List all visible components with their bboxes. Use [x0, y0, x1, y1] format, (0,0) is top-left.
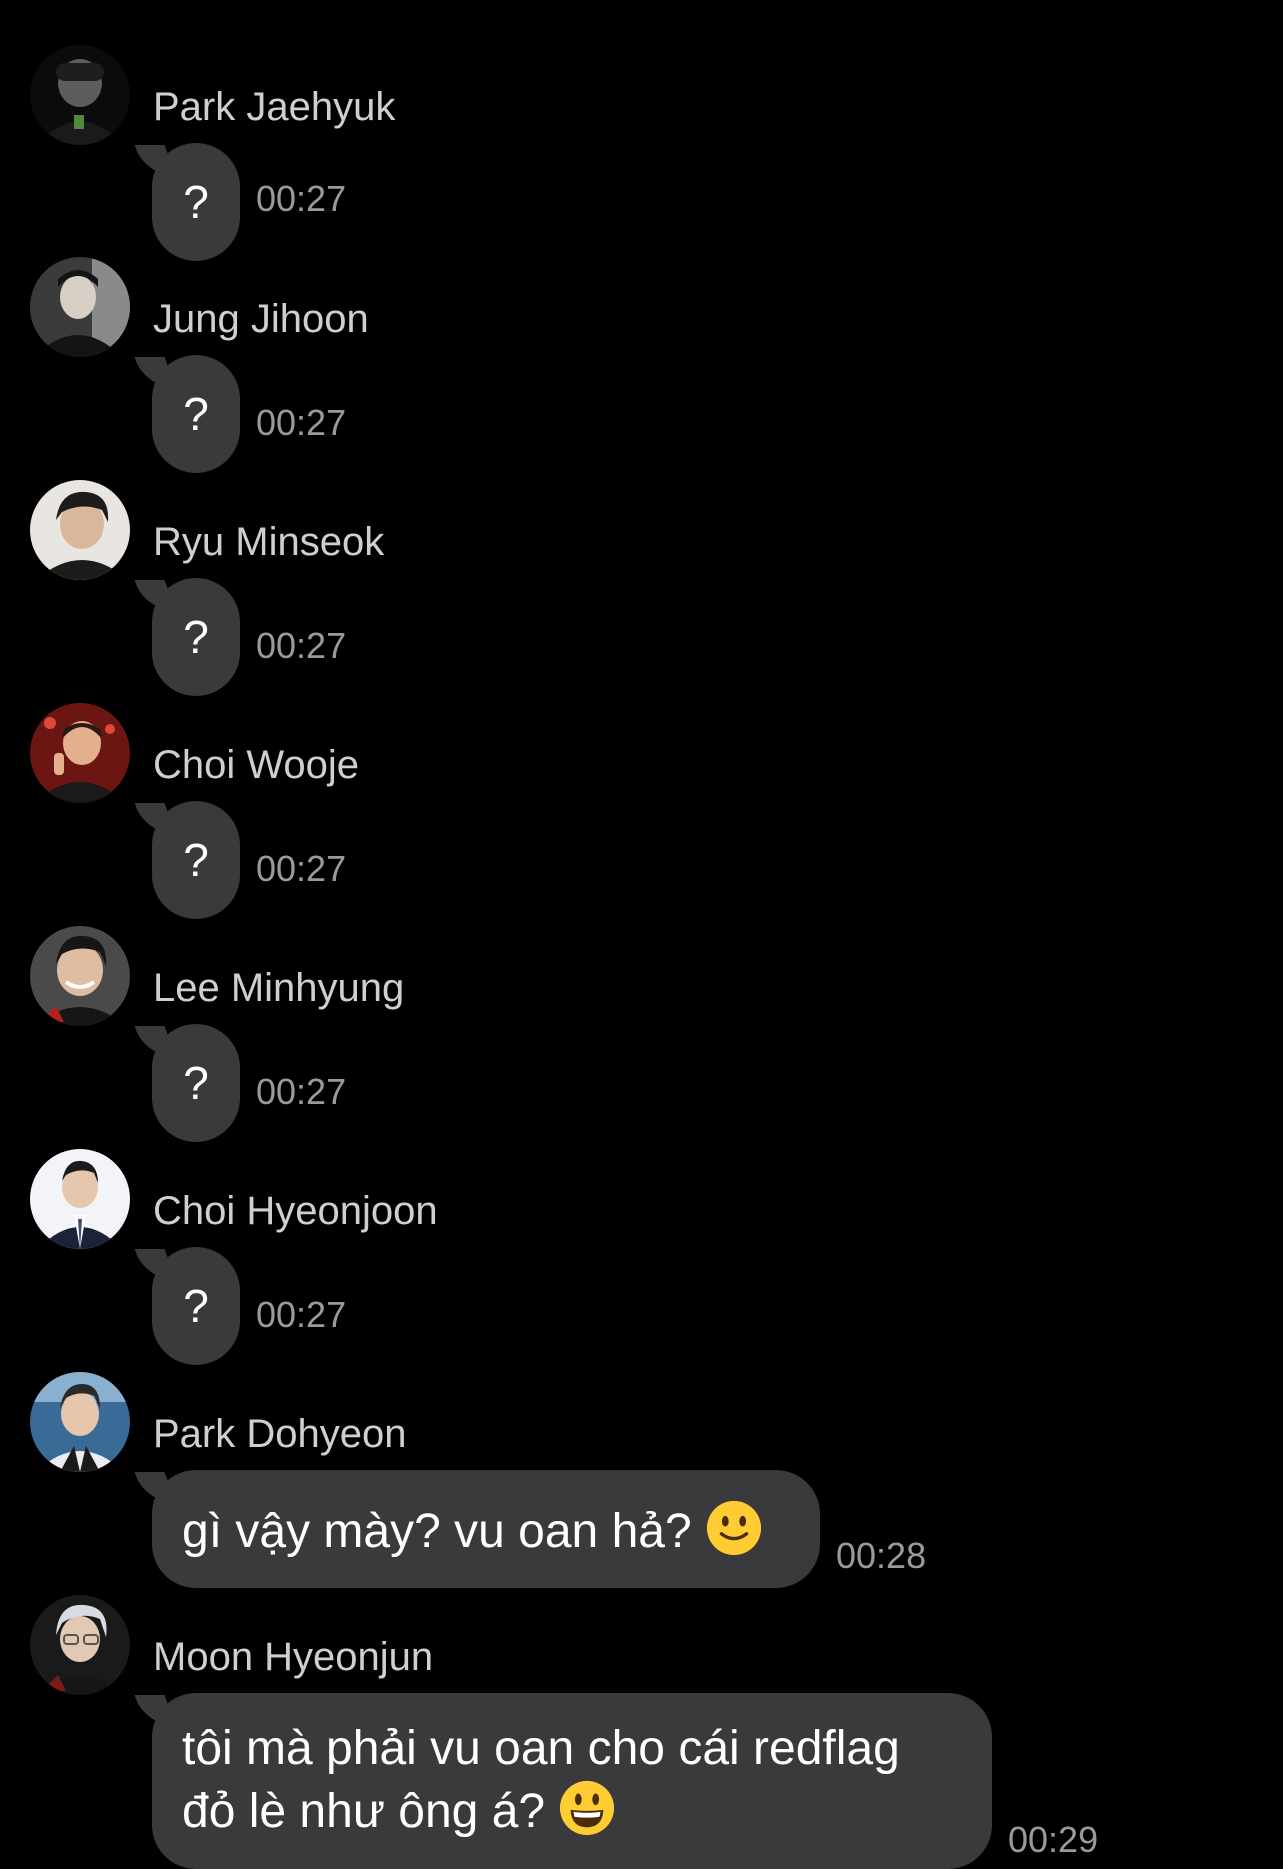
avatar[interactable] [30, 703, 130, 803]
message-item: Park Jaehyuk ? 00:27 [0, 45, 1283, 268]
sender-name: Moon Hyeonjun [153, 1635, 434, 1679]
message-bubble[interactable]: ? [152, 1024, 240, 1142]
message-timestamp: 00:27 [256, 848, 347, 889]
sender-name: Ryu Minseok [153, 520, 385, 564]
message-item: Lee Minhyung ? 00:27 [0, 926, 1283, 1149]
message-bubble[interactable]: ? [152, 578, 240, 696]
message-timestamp: 00:27 [256, 402, 347, 443]
avatar-photo-icon [30, 480, 130, 580]
avatar[interactable] [30, 480, 130, 580]
avatar-photo-icon [30, 1372, 130, 1472]
message-bubble[interactable]: tôi mà phải vu oan cho cái redflag đỏ lè… [152, 1693, 992, 1869]
message-text: gì vậy mày? vu oan hả? [182, 1505, 692, 1558]
message-text: ? [183, 611, 209, 663]
message-text: ? [183, 176, 209, 228]
sender-name: Choi Hyeonjoon [153, 1189, 438, 1233]
avatar-photo-icon [30, 45, 130, 145]
avatar[interactable] [30, 1149, 130, 1249]
sender-name: Choi Wooje [153, 743, 360, 787]
message-bubble[interactable]: ? [152, 355, 240, 473]
avatar[interactable] [30, 1372, 130, 1472]
message-timestamp: 00:28 [836, 1535, 927, 1576]
sender-name: Park Dohyeon [153, 1412, 407, 1456]
message-text: ? [183, 834, 209, 886]
message-bubble[interactable]: ? [152, 143, 240, 261]
avatar[interactable] [30, 45, 130, 145]
message-text: ? [183, 1280, 209, 1332]
grinning-face-emoji [560, 1780, 615, 1836]
message-timestamp: 00:27 [256, 178, 347, 219]
avatar[interactable] [30, 926, 130, 1026]
message-timestamp: 00:27 [256, 1071, 347, 1112]
message-item: Park Dohyeon gì vậy mày? vu oan hả? 00:2… [0, 1372, 1283, 1595]
message-item: Ryu Minseok ? 00:27 [0, 480, 1283, 703]
slightly-smiling-face-emoji [706, 1500, 762, 1556]
message-timestamp: 00:27 [256, 625, 347, 666]
message-text: ? [183, 1057, 209, 1109]
avatar[interactable] [30, 257, 130, 357]
message-bubble[interactable]: ? [152, 801, 240, 919]
message-text: ? [183, 388, 209, 440]
message-bubble[interactable]: gì vậy mày? vu oan hả? [152, 1470, 820, 1588]
avatar-photo-icon [30, 1595, 130, 1695]
avatar-photo-icon [30, 257, 130, 357]
sender-name: Park Jaehyuk [153, 85, 396, 129]
avatar-photo-icon [30, 703, 130, 803]
message-timestamp: 00:29 [1008, 1819, 1099, 1860]
message-item: Choi Wooje ? 00:27 [0, 703, 1283, 926]
avatar[interactable] [30, 1595, 130, 1695]
message-timestamp: 00:27 [256, 1294, 347, 1335]
chat-thread: Park Jaehyuk ? 00:27 Jung Jihoon ? 00:27 [0, 0, 1283, 1869]
sender-name: Lee Minhyung [153, 966, 405, 1010]
message-item: Moon Hyeonjun tôi mà phải vu oan cho cái… [0, 1595, 1283, 1869]
message-bubble[interactable]: ? [152, 1247, 240, 1365]
message-text: tôi mà phải vu oan cho cái redflag đỏ lè… [182, 1722, 900, 1838]
sender-name: Jung Jihoon [153, 297, 369, 341]
avatar-photo-icon [30, 926, 130, 1026]
message-item: Jung Jihoon ? 00:27 [0, 257, 1283, 480]
avatar-photo-icon [30, 1149, 130, 1249]
message-item: Choi Hyeonjoon ? 00:27 [0, 1149, 1283, 1372]
